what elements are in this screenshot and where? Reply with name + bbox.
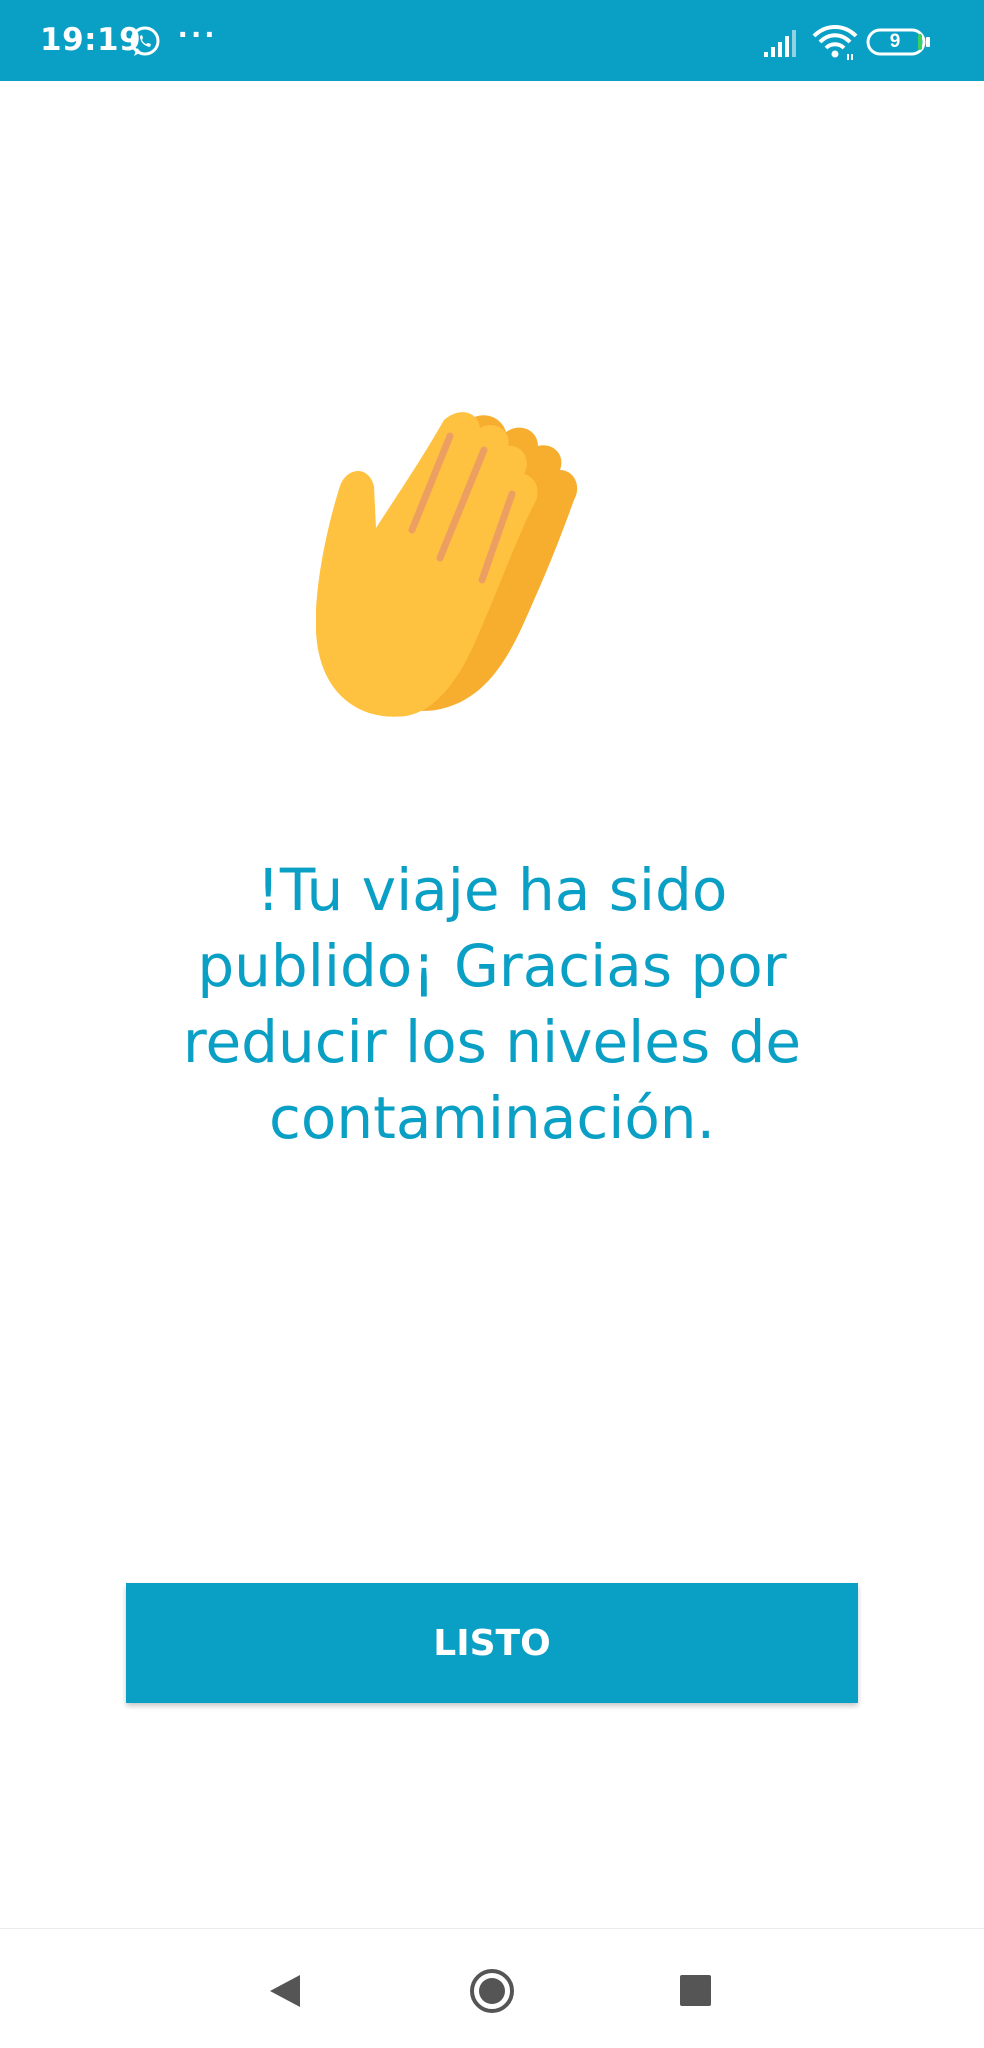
signal-icon <box>764 30 796 57</box>
more-notifications-icon: ··· <box>178 16 218 54</box>
home-icon[interactable] <box>468 1967 516 2015</box>
whatsapp-icon <box>130 26 160 56</box>
done-button[interactable]: LISTO <box>126 1583 858 1703</box>
clapping-hands-icon <box>316 412 578 717</box>
back-icon[interactable] <box>268 1973 302 2009</box>
battery-icon: 9 <box>866 28 932 56</box>
recents-icon[interactable] <box>680 1975 711 2006</box>
success-message: !Tu viaje ha sido publido¡ Gracias por r… <box>182 856 802 1152</box>
screen: 19:19 ··· 9 !Tu viaje ha sido publido¡ G… <box>0 0 984 2048</box>
battery-level: 9 <box>889 31 901 52</box>
wifi-icon <box>812 25 858 60</box>
navigation-bar <box>0 1928 984 2048</box>
status-bar: 19:19 ··· 9 <box>0 0 984 81</box>
status-time: 19:19 <box>40 22 142 58</box>
